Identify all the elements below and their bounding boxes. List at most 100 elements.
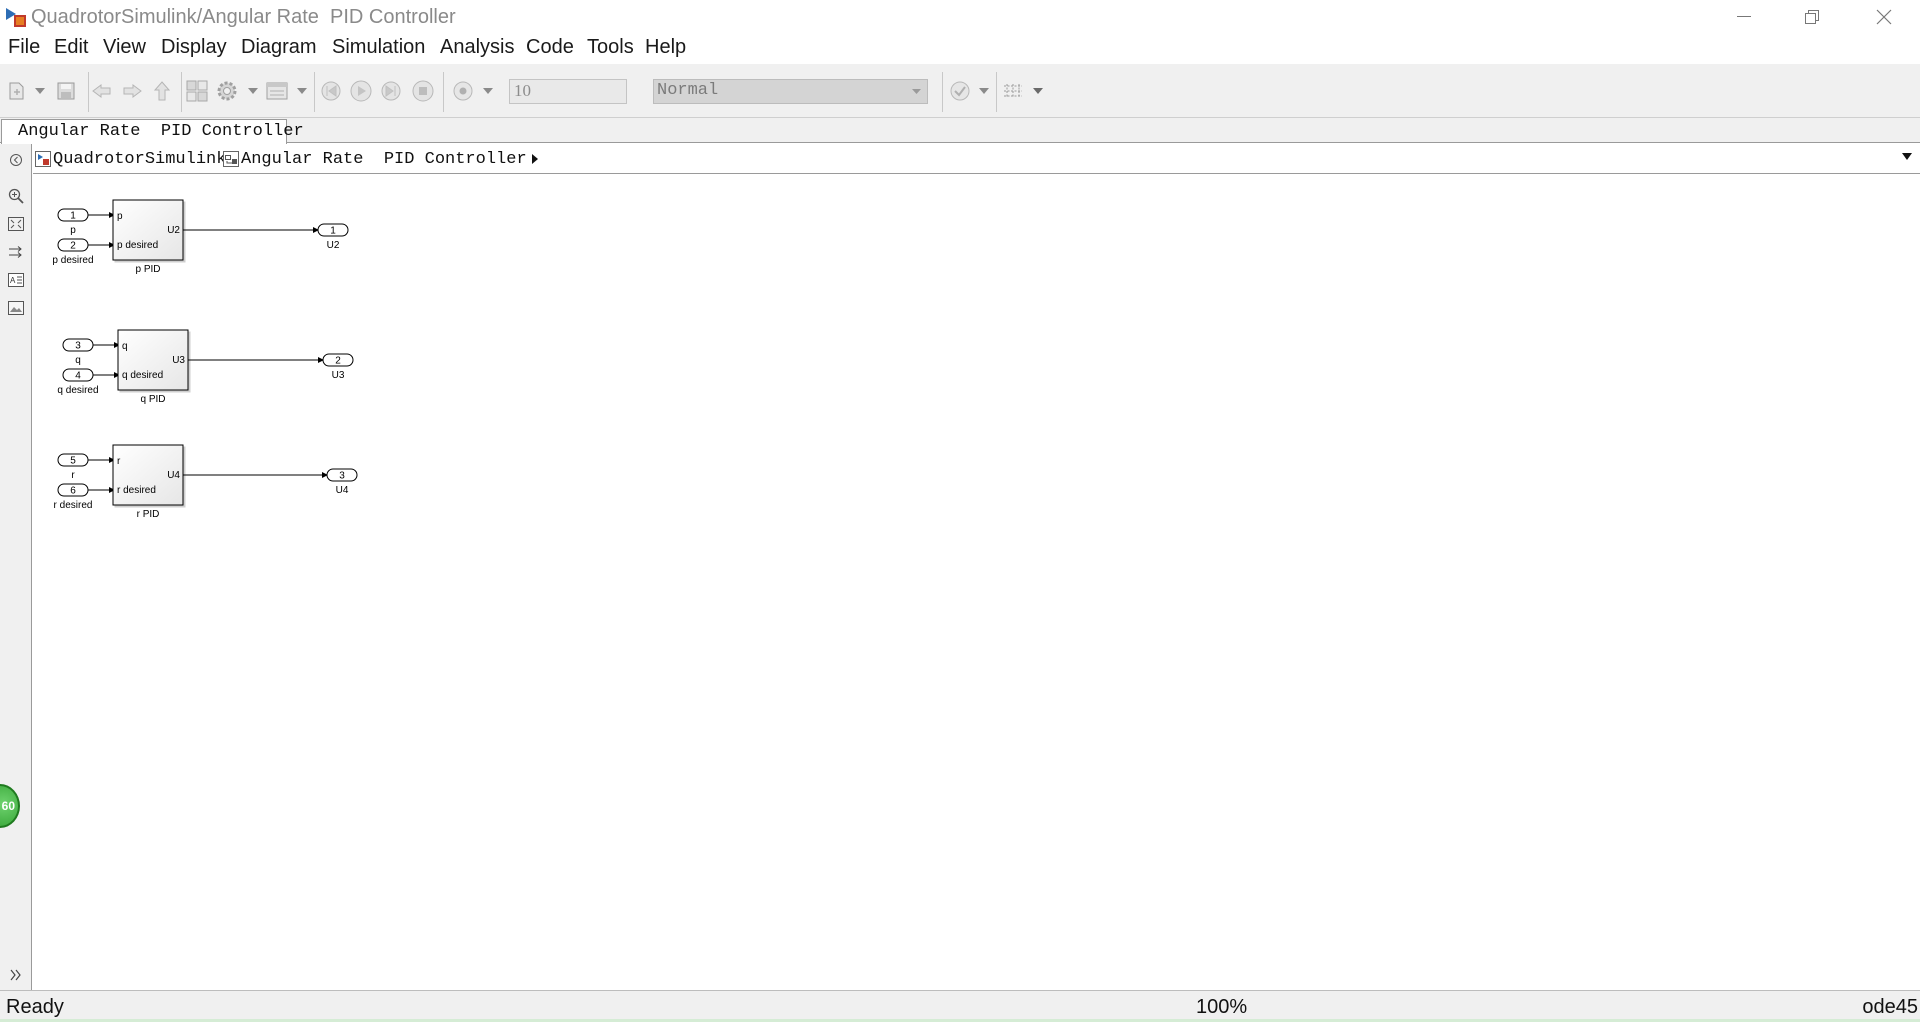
hide-explorer-icon[interactable]	[6, 150, 26, 170]
block-input-label: p desired	[117, 240, 158, 251]
inport-r-desired-name: r desired	[54, 500, 93, 511]
inport-p-number: 1	[70, 211, 76, 222]
minimize-button[interactable]	[1710, 0, 1778, 34]
status-text: Ready	[6, 996, 64, 1018]
menu-diagram[interactable]: Diagram	[241, 36, 317, 59]
build-icon[interactable]	[1000, 78, 1026, 104]
subsystem-icon	[223, 151, 239, 167]
svg-text:A: A	[10, 276, 16, 285]
record-icon[interactable]	[450, 78, 476, 104]
menu-code[interactable]: Code	[526, 36, 574, 59]
simulation-mode-select[interactable]: Normal	[653, 79, 928, 104]
model-explorer-icon[interactable]	[264, 78, 290, 104]
image-icon[interactable]	[6, 298, 26, 318]
breadcrumb-item-quadrotorsimulink[interactable]: QuadrotorSimulink	[35, 148, 238, 170]
toolbar-separator	[996, 72, 997, 112]
close-button[interactable]	[1850, 0, 1918, 34]
block-input-label: p	[117, 211, 123, 222]
back-icon[interactable]	[89, 78, 115, 104]
inport-r-name: r	[71, 470, 75, 481]
model-icon	[35, 151, 51, 167]
toolbar: 10 Normal	[0, 64, 1920, 118]
diagram-canvas[interactable]: 1 p 2 p desired p p desired U2 p PID 1 U…	[33, 175, 1920, 990]
breadcrumb-dropdown-icon[interactable]	[1902, 153, 1912, 160]
inport-q-name: q	[75, 355, 81, 366]
step-forward-icon[interactable]	[378, 78, 404, 104]
record-dropdown[interactable]	[481, 78, 495, 104]
step-back-icon[interactable]	[318, 78, 344, 104]
block-input-label: q desired	[122, 370, 163, 381]
block-name-q-pid: q PID	[140, 394, 165, 405]
block-name-p-pid: p PID	[135, 264, 160, 275]
model-config-dropdown[interactable]	[246, 78, 260, 104]
model-advisor-icon[interactable]	[947, 78, 973, 104]
inport-r-number: 5	[70, 456, 76, 467]
new-model-dropdown[interactable]	[33, 78, 47, 104]
simulink-window: QuadrotorSimulink/Angular Rate PID Contr…	[0, 0, 1920, 1022]
toolbar-separator	[443, 72, 444, 112]
annotation-icon[interactable]: A	[6, 270, 26, 290]
inport-r-desired-number: 6	[70, 486, 76, 497]
minimize-icon	[1737, 16, 1751, 17]
inport-p-desired-number: 2	[70, 241, 76, 252]
block-diagram: 1 p 2 p desired p p desired U2 p PID 1 U…	[52, 199, 358, 520]
save-icon[interactable]	[53, 78, 79, 104]
pid-group-q: 3 q 4 q desired q q desired U3 q PID 2 U…	[57, 329, 354, 405]
menu-view[interactable]: View	[103, 36, 146, 59]
model-config-icon[interactable]	[214, 78, 240, 104]
zoom-level: 100%	[1196, 996, 1248, 1018]
menu-edit[interactable]: Edit	[54, 36, 88, 59]
breadcrumb-item-angular-rate-pid-controller[interactable]: Angular Rate PID Controller	[223, 148, 539, 170]
left-palette: A	[0, 144, 32, 990]
simulation-mode-value: Normal	[657, 81, 719, 100]
caret-down-icon	[1033, 88, 1043, 94]
menu-analysis[interactable]: Analysis	[440, 36, 514, 59]
solver-name[interactable]: ode45	[1862, 996, 1918, 1019]
title-bar: QuadrotorSimulink/Angular Rate PID Contr…	[0, 0, 1920, 34]
model-explorer-dropdown[interactable]	[295, 78, 309, 104]
menu-tools[interactable]: Tools	[587, 36, 634, 59]
run-icon[interactable]	[348, 78, 374, 104]
block-name-r-pid: r PID	[137, 509, 160, 520]
toolbar-separator	[942, 72, 943, 112]
up-icon[interactable]	[149, 78, 175, 104]
pid-group-r: 5 r 6 r desired r r desired U4 r PID 3 U…	[54, 444, 358, 520]
menu-simulation[interactable]: Simulation	[332, 36, 425, 59]
build-dropdown[interactable]	[1031, 78, 1045, 104]
menu-file[interactable]: File	[8, 36, 40, 59]
simulink-logo-icon	[6, 8, 26, 27]
menu-help[interactable]: Help	[645, 36, 686, 59]
caret-down-icon	[979, 88, 989, 94]
menu-bar: File Edit View Display Diagram Simulatio…	[0, 34, 1920, 64]
tab-angular-rate-pid-controller[interactable]: Angular Rate PID Controller	[1, 119, 304, 144]
inport-p-desired-name: p desired	[52, 255, 93, 266]
toolbar-separator	[314, 72, 315, 112]
outport-u2-name: U2	[327, 240, 340, 251]
new-model-icon[interactable]	[4, 78, 30, 104]
menu-display[interactable]: Display	[161, 36, 227, 59]
library-browser-icon[interactable]	[184, 78, 210, 104]
floating-badge-text: 60	[1, 799, 15, 813]
breadcrumb-label: Angular Rate PID Controller	[241, 149, 527, 169]
status-bar: Ready 100% ode45	[0, 990, 1920, 1022]
stop-time-input[interactable]: 10	[509, 79, 627, 104]
outport-u4-name: U4	[336, 485, 349, 496]
caret-down-icon	[483, 88, 493, 94]
pid-group-p: 1 p 2 p desired p p desired U2 p PID 1 U…	[52, 199, 349, 275]
outport-u3-number: 2	[335, 356, 341, 367]
model-advisor-dropdown[interactable]	[977, 78, 991, 104]
forward-icon[interactable]	[119, 78, 145, 104]
zoom-icon[interactable]	[6, 186, 26, 206]
breadcrumb: QuadrotorSimulink Angular Rate PID Contr…	[33, 144, 1920, 174]
block-output-label: U3	[172, 355, 185, 366]
inport-q-number: 3	[75, 341, 81, 352]
stop-icon[interactable]	[410, 78, 436, 104]
expand-palette-icon[interactable]	[6, 965, 26, 985]
signal-arrows-icon[interactable]	[6, 242, 26, 262]
inport-q-desired-name: q desired	[57, 385, 98, 396]
restore-button[interactable]	[1778, 0, 1846, 34]
breadcrumb-label: QuadrotorSimulink	[53, 149, 227, 169]
chevron-down-icon	[912, 89, 921, 94]
fit-to-view-icon[interactable]	[6, 214, 26, 234]
model-tab-strip: Angular Rate PID Controller	[0, 118, 1920, 144]
